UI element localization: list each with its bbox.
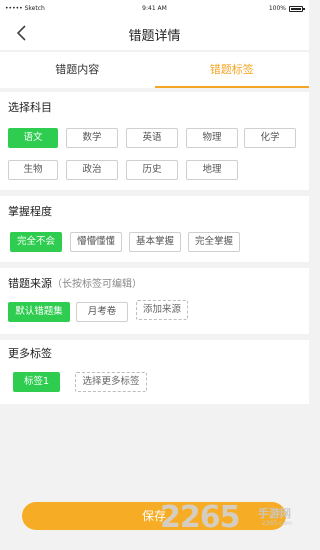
subject-section: 选择科目 语文 数学 英语 物理 化学 生物 政治 历史 地理 bbox=[0, 92, 309, 190]
source-hint: （长按标签可编辑） bbox=[52, 279, 142, 290]
status-right: 100% bbox=[268, 5, 305, 12]
tag-chip-1[interactable]: 标签1 bbox=[13, 372, 60, 392]
mastery-chip-none[interactable]: 完全不会 bbox=[10, 232, 62, 252]
subject-chip-geography[interactable]: 地理 bbox=[186, 160, 238, 180]
subject-chip-biology[interactable]: 生物 bbox=[8, 160, 58, 180]
page-title: 错题详情 bbox=[128, 29, 181, 44]
tab-tags[interactable]: 错题标签 bbox=[154, 52, 310, 88]
subject-chip-history[interactable]: 历史 bbox=[126, 160, 178, 180]
watermark-brand: 手游网 bbox=[258, 507, 291, 520]
tab-bar: 错题内容 错题标签 bbox=[0, 52, 309, 88]
subject-chip-chemistry[interactable]: 化学 bbox=[244, 128, 296, 148]
subject-chip-chinese[interactable]: 语文 bbox=[8, 128, 58, 148]
battery-percent: 100% bbox=[268, 5, 286, 12]
save-button[interactable]: 保存 bbox=[22, 502, 286, 530]
more-tags-section: 更多标签 标签1 选择更多标签 bbox=[0, 340, 309, 404]
subject-chip-politics[interactable]: 政治 bbox=[66, 160, 118, 180]
subject-chip-math[interactable]: 数学 bbox=[66, 128, 118, 148]
watermark-url: 2265.com bbox=[262, 520, 292, 527]
mastery-title: 掌握程度 bbox=[8, 205, 52, 218]
watermark-logo: 2265 bbox=[160, 500, 240, 535]
subject-chip-english[interactable]: 英语 bbox=[126, 128, 178, 148]
tab-content[interactable]: 错题内容 bbox=[0, 52, 155, 88]
status-bar: ••••• Sketch 9:41 AM 100% bbox=[0, 0, 309, 16]
more-tags-title: 更多标签 bbox=[8, 347, 52, 360]
battery-icon bbox=[289, 5, 305, 12]
source-title: 错题来源（长按标签可编辑） bbox=[8, 275, 142, 291]
add-source-button[interactable]: 添加来源 bbox=[136, 300, 188, 320]
subject-title: 选择科目 bbox=[8, 101, 52, 114]
subject-chip-physics[interactable]: 物理 bbox=[186, 128, 238, 148]
source-chip-monthly[interactable]: 月考卷 bbox=[76, 302, 128, 322]
select-more-tags-button[interactable]: 选择更多标签 bbox=[75, 372, 147, 392]
mastery-chip-full[interactable]: 完全掌握 bbox=[188, 232, 240, 252]
source-section: 错题来源（长按标签可编辑） 默认错题集 月考卷 添加来源 bbox=[0, 268, 309, 334]
source-chip-default[interactable]: 默认错题集 bbox=[8, 302, 70, 322]
nav-bar: 错题详情 bbox=[0, 16, 309, 50]
mastery-section: 掌握程度 完全不会 懵懵懂懂 基本掌握 完全掌握 bbox=[0, 196, 309, 262]
source-title-text: 错题来源 bbox=[8, 277, 52, 290]
mastery-chip-basic[interactable]: 基本掌握 bbox=[129, 232, 181, 252]
mastery-chip-vague[interactable]: 懵懵懂懂 bbox=[70, 232, 122, 252]
status-time: 9:41 AM bbox=[142, 5, 167, 12]
